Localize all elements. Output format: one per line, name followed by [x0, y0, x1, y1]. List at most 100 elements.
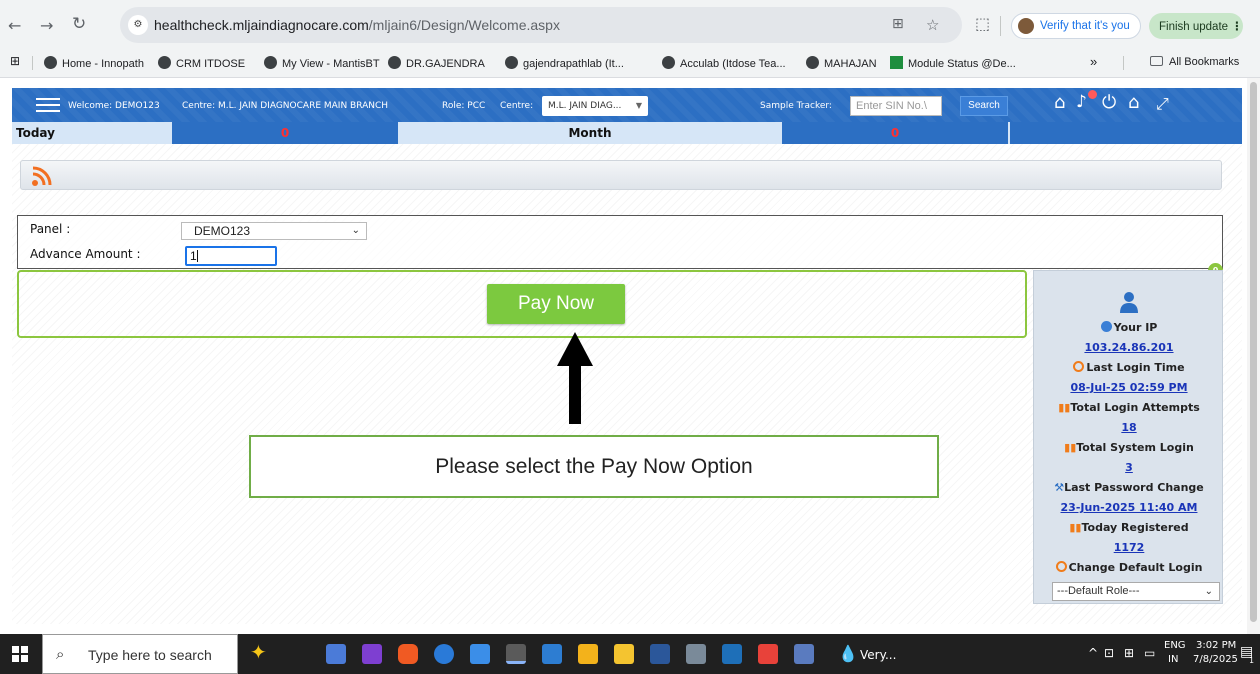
clock-time[interactable]: 3:02 PM: [1196, 640, 1236, 651]
menu-icon[interactable]: [36, 98, 60, 114]
today-registered-value[interactable]: 1172: [1034, 541, 1224, 554]
bookmark-star-icon[interactable]: ☆: [926, 16, 939, 34]
tray-icon[interactable]: ⊡: [1104, 646, 1114, 660]
site-info-icon[interactable]: ⚙: [128, 15, 148, 35]
search-button[interactable]: Search: [960, 96, 1008, 116]
verify-identity-button[interactable]: Verify that it's you: [1011, 13, 1141, 39]
address-bar[interactable]: ⚙ healthcheck.mljaindiagnocare.com/mljai…: [120, 7, 962, 43]
forward-icon[interactable]: →: [40, 16, 53, 35]
clock-icon: [1073, 361, 1085, 372]
power-icon[interactable]: ⏻: [1102, 92, 1116, 113]
weather-text[interactable]: Very...: [860, 648, 896, 662]
edge-icon[interactable]: [434, 644, 454, 664]
total-login-attempts-value[interactable]: 18: [1034, 421, 1224, 434]
last-password-change-value[interactable]: 23-Jun-2025 11:40 AM: [1034, 501, 1224, 514]
windows-taskbar: ⌕ Type here to search ✦ 💧 Very... ^ ⊡ ⊞ …: [0, 634, 1260, 674]
file-explorer-icon[interactable]: [578, 644, 598, 664]
total-system-login-value[interactable]: 3: [1034, 461, 1224, 474]
clock-date[interactable]: 7/8/2025: [1193, 654, 1238, 665]
app-header: Welcome: DEMO123 Centre: M.L. JAIN DIAGN…: [12, 88, 1242, 122]
taskbar-search-input[interactable]: ⌕ Type here to search: [42, 634, 238, 674]
scrollbar-thumb[interactable]: [1250, 82, 1257, 622]
bookmarks-bar: ⊞ Home - Innopath CRM ITDOSE My View - M…: [0, 48, 1260, 78]
folder-icon: [1150, 56, 1163, 66]
centre-select[interactable]: M.L. JAIN DIAG... ▼: [542, 96, 648, 116]
month-label: Month: [400, 122, 780, 144]
rss-icon: [32, 166, 52, 186]
chrome-icon[interactable]: [506, 644, 526, 664]
app-icon[interactable]: [470, 644, 490, 664]
total-login-attempts-label: ▮▮Total Login Attempts: [1058, 401, 1200, 414]
users-icon: ▮▮: [1069, 521, 1082, 534]
app-icon[interactable]: [614, 644, 634, 664]
visual-studio-icon[interactable]: [362, 644, 382, 664]
tray-chevron-up-icon[interactable]: ^: [1088, 646, 1098, 660]
bookmarks-overflow-button[interactable]: »: [1090, 54, 1097, 69]
centre-label: Centre:: [500, 101, 534, 111]
arrow-up-icon: [557, 332, 593, 366]
notification-dot: [1088, 90, 1097, 99]
change-default-login-label: Change Default Login: [1034, 561, 1224, 574]
bookmark-item[interactable]: My View - MantisBT: [264, 56, 380, 70]
house-icon[interactable]: ⌂: [1128, 92, 1139, 113]
advance-amount-input[interactable]: 1: [185, 246, 277, 266]
language-region[interactable]: IN: [1168, 654, 1178, 665]
wrench-icon: ⚒: [1054, 481, 1065, 494]
total-system-login-label: ▮▮Total System Login: [1064, 441, 1194, 454]
sin-search-input[interactable]: Enter SIN No.\: [850, 96, 942, 116]
chevron-down-icon: ⌄: [351, 225, 360, 236]
home-icon[interactable]: ⌂: [1054, 92, 1065, 113]
extensions-icon[interactable]: ⬚: [975, 14, 990, 33]
news-bar: [20, 160, 1222, 190]
chevron-down-icon: ▼: [635, 101, 642, 110]
user-info-panel: Your IP 103.24.86.201 Last Login Time 08…: [1033, 270, 1223, 604]
app-icon[interactable]: [722, 644, 742, 664]
bookmark-item[interactable]: DR.GAJENDRA: [388, 56, 485, 70]
reload-icon[interactable]: ↻: [72, 14, 86, 34]
advance-amount-label: Advance Amount :: [30, 247, 141, 261]
paint-icon[interactable]: [686, 644, 706, 664]
bookmark-item[interactable]: Module Status @De...: [890, 56, 1016, 70]
last-login-value[interactable]: 08-Jul-25 02:59 PM: [1034, 381, 1224, 394]
windows-start-icon[interactable]: [12, 646, 28, 662]
app-icon[interactable]: [758, 644, 778, 664]
browser-toolbar: ← → ↻ ⚙ healthcheck.mljaindiagnocare.com…: [0, 0, 1260, 48]
pay-now-button[interactable]: Pay Now: [487, 284, 625, 324]
copilot-sparkle-icon[interactable]: ✦: [250, 640, 267, 664]
bell-icon[interactable]: ♪: [1076, 92, 1087, 112]
bookmark-item[interactable]: CRM ITDOSE: [158, 56, 245, 70]
ip-value[interactable]: 103.24.86.201: [1034, 341, 1224, 354]
back-icon[interactable]: ←: [8, 16, 21, 35]
all-bookmarks-button[interactable]: All Bookmarks: [1150, 56, 1239, 68]
bookmark-item[interactable]: MAHAJAN: [806, 56, 877, 70]
users-icon: ▮▮: [1058, 401, 1071, 414]
network-icon[interactable]: ▭: [1144, 646, 1155, 660]
welcome-text: Welcome: DEMO123: [68, 101, 160, 111]
bookmark-item[interactable]: gajendrapathlab (It...: [505, 56, 624, 70]
today-registered-label: ▮▮Today Registered: [1069, 521, 1189, 534]
default-role-select[interactable]: ---Default Role--- ⌄: [1052, 582, 1220, 601]
tray-icon[interactable]: ⊞: [1124, 646, 1134, 660]
app-icon[interactable]: [542, 644, 562, 664]
sample-tracker-label: Sample Tracker:: [760, 101, 832, 111]
app-icon[interactable]: [326, 644, 346, 664]
weather-icon: 💧: [838, 644, 858, 663]
page-scrollbar[interactable]: [1247, 78, 1260, 634]
centre-text: Centre: M.L. JAIN DIAGNOCARE MAIN BRANCH: [182, 101, 389, 111]
language-indicator[interactable]: ENG: [1164, 640, 1186, 651]
users-icon: ▮▮: [1064, 441, 1077, 454]
fullscreen-icon[interactable]: ⤢: [1156, 94, 1169, 114]
chevron-down-icon: ⌄: [1204, 586, 1213, 597]
translate-icon[interactable]: ⊞: [892, 16, 904, 32]
bookmark-item[interactable]: Acculab (Itdose Tea...: [662, 56, 786, 70]
search-icon: ⌕: [56, 645, 65, 663]
advance-form: Panel : DEMO123 ⌄ Advance Amount : 1: [17, 215, 1223, 269]
apps-grid-icon[interactable]: ⊞: [10, 54, 20, 68]
word-icon[interactable]: [650, 644, 670, 664]
stats-filler: [1010, 122, 1242, 144]
finish-update-button[interactable]: Finish update ⋮: [1149, 13, 1243, 39]
brave-icon[interactable]: [398, 644, 418, 664]
panel-select[interactable]: DEMO123 ⌄: [181, 222, 367, 240]
app-icon[interactable]: [794, 644, 814, 664]
bookmark-item[interactable]: Home - Innopath: [44, 56, 144, 70]
